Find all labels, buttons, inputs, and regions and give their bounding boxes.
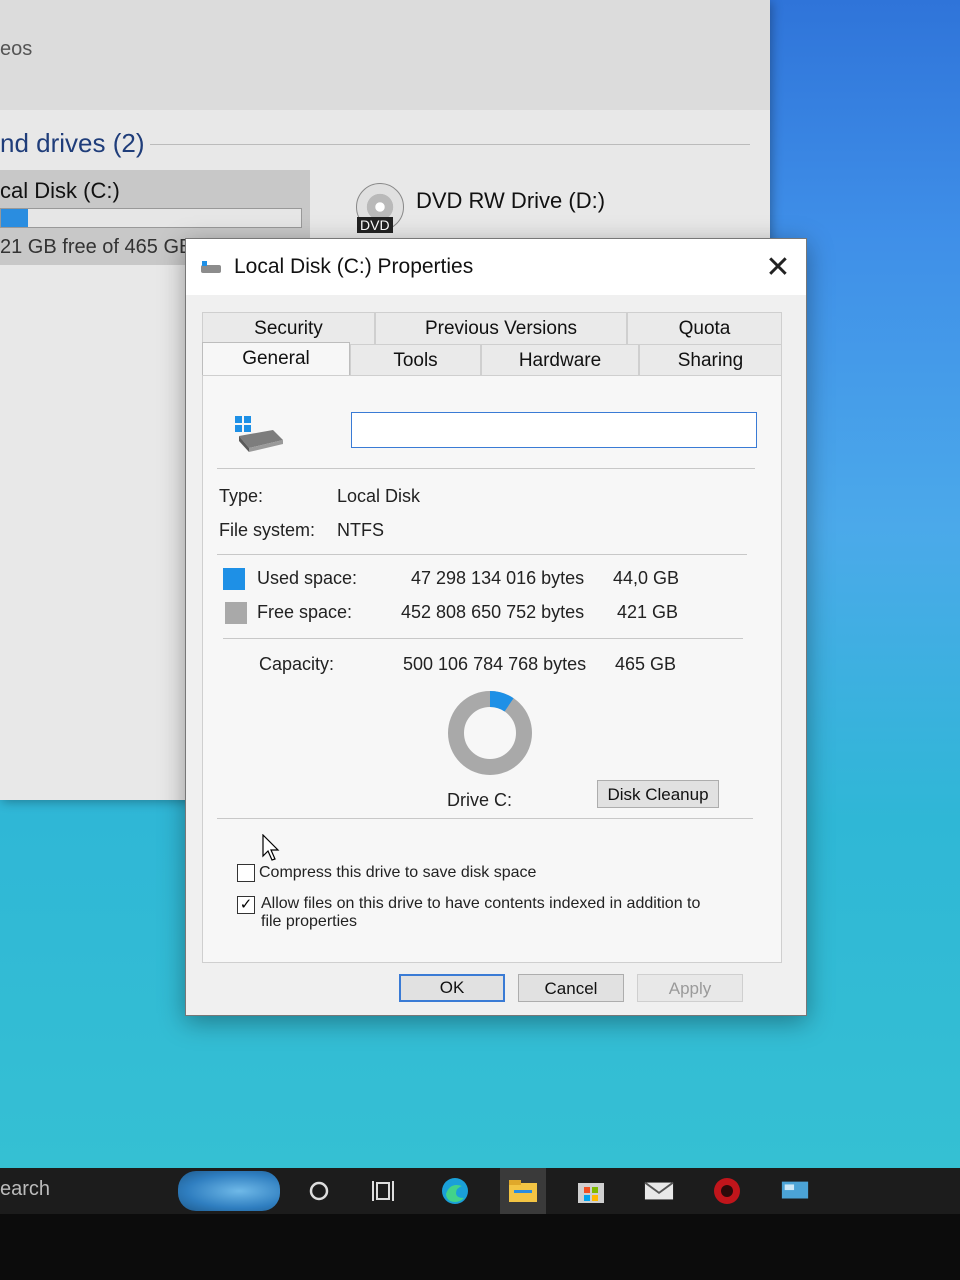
general-tab-panel: Type: Local Disk File system: NTFS Used … (202, 375, 782, 963)
ok-button[interactable]: OK (399, 974, 505, 1002)
free-space-gb: 421 GB (617, 602, 679, 622)
disk-cleanup-button[interactable]: Disk Cleanup (597, 780, 719, 808)
file-system-value: NTFS (337, 520, 384, 540)
type-value: Local Disk (337, 486, 421, 506)
file-system-label: File system: (219, 520, 316, 540)
index-label-line2: file properties (261, 913, 358, 930)
index-label-line1: Allow files on this drive to have conten… (261, 895, 701, 912)
desktop: eos nd drives (2) cal Disk (C:) 21 GB fr… (0, 0, 960, 1170)
drive-name-input[interactable] (351, 412, 757, 448)
separator-4 (217, 818, 753, 819)
task-view-icon[interactable] (370, 1176, 400, 1206)
cancel-button[interactable]: Cancel (518, 974, 624, 1002)
capacity-label: Capacity: (259, 654, 335, 674)
index-checkbox[interactable]: ✓ (237, 896, 255, 914)
tab-security[interactable]: Security (202, 312, 375, 344)
taskbar-search-box[interactable]: earch (0, 1178, 50, 1201)
videos-folder-label[interactable]: eos (0, 38, 32, 61)
tab-general[interactable]: General (202, 342, 350, 378)
tab-quota[interactable]: Quota (627, 312, 782, 344)
used-space-label: Used space: (257, 568, 358, 588)
section-divider (150, 144, 750, 145)
free-space-swatch (225, 602, 247, 624)
tabs-row-top: Security Previous Versions Quota (202, 312, 782, 344)
separator-3 (223, 638, 743, 639)
tabs-row-bottom: General Tools Hardware Sharing (202, 342, 782, 378)
edge-icon[interactable] (440, 1176, 470, 1206)
tab-hardware[interactable]: Hardware (481, 344, 639, 376)
drive-c-caption: Drive C: (447, 790, 513, 810)
compress-checkbox[interactable] (237, 864, 255, 882)
close-button[interactable]: ✕ (756, 247, 800, 287)
tab-tools[interactable]: Tools (350, 344, 481, 376)
drive-d-name[interactable]: DVD RW Drive (D:) (416, 188, 605, 214)
used-space-swatch (223, 568, 245, 590)
disk-usage-donut-chart (448, 691, 532, 775)
free-space-bytes: 452 808 650 752 bytes (401, 602, 585, 622)
monitor-bezel (0, 1214, 960, 1280)
separator-2 (217, 554, 747, 555)
donut-free-segment (448, 691, 532, 775)
devices-section-header[interactable]: nd drives (2) (0, 128, 145, 159)
local-disk-icon (235, 416, 283, 452)
file-explorer-icon[interactable] (508, 1176, 538, 1206)
mail-icon[interactable] (644, 1176, 674, 1206)
dvd-badge: DVD (357, 217, 393, 233)
free-space-label: Free space: (257, 602, 353, 622)
drive-c-name: cal Disk (C:) (0, 178, 120, 203)
drive-c-free-text: 21 GB free of 465 GB (0, 236, 193, 258)
type-label: Type: (219, 486, 264, 506)
separator-1 (217, 468, 755, 469)
drive-icon (201, 261, 221, 273)
compress-label: Compress this drive to save disk space (259, 864, 537, 881)
mouse-pointer-icon (262, 834, 280, 861)
used-space-bytes: 47 298 134 016 bytes (411, 568, 585, 588)
capacity-gb: 465 GB (615, 654, 677, 674)
dialog-titlebar[interactable]: Local Disk (C:) Properties ✕ (186, 239, 806, 295)
store-icon[interactable] (576, 1176, 606, 1206)
drive-c-usage-fill (1, 209, 28, 227)
apply-button[interactable]: Apply (637, 974, 743, 1002)
search-highlight-image (178, 1171, 280, 1211)
properties-dialog: Local Disk (C:) Properties ✕ Security Pr… (185, 238, 807, 1016)
capacity-bytes: 500 106 784 768 bytes (403, 654, 587, 674)
tab-sharing[interactable]: Sharing (639, 344, 782, 376)
explorer-top-area (0, 0, 770, 110)
tab-previous-versions[interactable]: Previous Versions (375, 312, 627, 344)
cortana-circle-icon[interactable] (304, 1176, 334, 1206)
taskbar: earch (0, 1168, 960, 1214)
red-app-icon[interactable] (712, 1176, 742, 1206)
used-space-gb: 44,0 GB (613, 568, 680, 588)
monitor-app-icon[interactable] (780, 1176, 810, 1206)
dialog-title: Local Disk (C:) Properties (234, 255, 474, 278)
drive-c-usage-bar (0, 208, 302, 228)
